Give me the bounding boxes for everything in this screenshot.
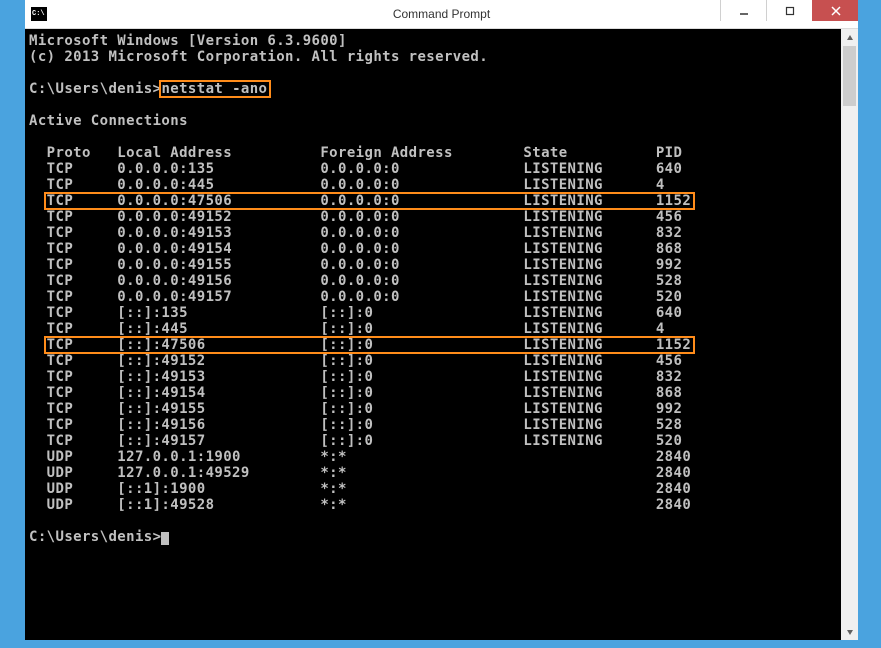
table-row: TCP 0.0.0.0:49153 0.0.0.0:0 LISTENING 83… — [29, 225, 841, 241]
window-controls — [720, 0, 858, 21]
table-row: TCP 0.0.0.0:49157 0.0.0.0:0 LISTENING 52… — [29, 289, 841, 305]
console-area: Microsoft Windows [Version 6.3.9600](c) … — [25, 29, 858, 640]
maximize-button[interactable] — [766, 0, 812, 21]
scroll-up-button[interactable] — [841, 29, 858, 46]
prompt-line: C:\Users\denis>netstat -ano — [29, 81, 841, 97]
prompt-command: netstat -ano — [161, 81, 267, 97]
table-row: TCP [::]:49155 [::]:0 LISTENING 992 — [29, 401, 841, 417]
table-row: TCP 0.0.0.0:49155 0.0.0.0:0 LISTENING 99… — [29, 257, 841, 273]
scroll-thumb[interactable] — [843, 46, 856, 106]
table-row: TCP [::]:49156 [::]:0 LISTENING 528 — [29, 417, 841, 433]
header-line: Microsoft Windows [Version 6.3.9600] — [29, 33, 841, 49]
prompt-path: C:\Users\denis> — [29, 529, 161, 545]
console-text[interactable]: Microsoft Windows [Version 6.3.9600](c) … — [25, 29, 841, 640]
table-header: Proto Local Address Foreign Address Stat… — [29, 145, 841, 161]
console-line — [29, 129, 841, 145]
table-row: TCP [::]:49154 [::]:0 LISTENING 868 — [29, 385, 841, 401]
table-row: TCP [::]:135 [::]:0 LISTENING 640 — [29, 305, 841, 321]
cmd-icon — [31, 7, 47, 21]
minimize-button[interactable] — [720, 0, 766, 21]
prompt-line[interactable]: C:\Users\denis> — [29, 529, 841, 545]
table-row: TCP [::]:47506 [::]:0 LISTENING 1152 — [29, 337, 841, 353]
scroll-down-button[interactable] — [841, 623, 858, 640]
text-cursor — [161, 532, 169, 545]
command-prompt-window: Command Prompt Microsoft Windows [Versio… — [25, 0, 858, 640]
table-row: TCP 0.0.0.0:445 0.0.0.0:0 LISTENING 4 — [29, 177, 841, 193]
table-row: TCP [::]:49157 [::]:0 LISTENING 520 — [29, 433, 841, 449]
table-row: TCP 0.0.0.0:47506 0.0.0.0:0 LISTENING 11… — [29, 193, 841, 209]
table-row: TCP 0.0.0.0:49152 0.0.0.0:0 LISTENING 45… — [29, 209, 841, 225]
table-row: TCP 0.0.0.0:49154 0.0.0.0:0 LISTENING 86… — [29, 241, 841, 257]
table-row: UDP [::1]:49528 *:* 2840 — [29, 497, 841, 513]
table-row: UDP 127.0.0.1:49529 *:* 2840 — [29, 465, 841, 481]
table-row: UDP 127.0.0.1:1900 *:* 2840 — [29, 449, 841, 465]
section-title: Active Connections — [29, 113, 841, 129]
close-button[interactable] — [812, 0, 858, 21]
desktop-background: Command Prompt Microsoft Windows [Versio… — [0, 0, 881, 648]
scrollbar-vertical[interactable] — [841, 29, 858, 640]
scroll-track[interactable] — [841, 46, 858, 623]
header-line: (c) 2013 Microsoft Corporation. All righ… — [29, 49, 841, 65]
console-line — [29, 97, 841, 113]
app-icon — [25, 0, 53, 28]
table-row: TCP [::]:445 [::]:0 LISTENING 4 — [29, 321, 841, 337]
table-row: TCP 0.0.0.0:135 0.0.0.0:0 LISTENING 640 — [29, 161, 841, 177]
table-row: TCP 0.0.0.0:49156 0.0.0.0:0 LISTENING 52… — [29, 273, 841, 289]
console-line — [29, 65, 841, 81]
titlebar[interactable]: Command Prompt — [25, 0, 858, 29]
table-row: UDP [::1]:1900 *:* 2840 — [29, 481, 841, 497]
table-row: TCP [::]:49152 [::]:0 LISTENING 456 — [29, 353, 841, 369]
prompt-path: C:\Users\denis> — [29, 81, 161, 97]
table-row: TCP [::]:49153 [::]:0 LISTENING 832 — [29, 369, 841, 385]
console-line — [29, 513, 841, 529]
